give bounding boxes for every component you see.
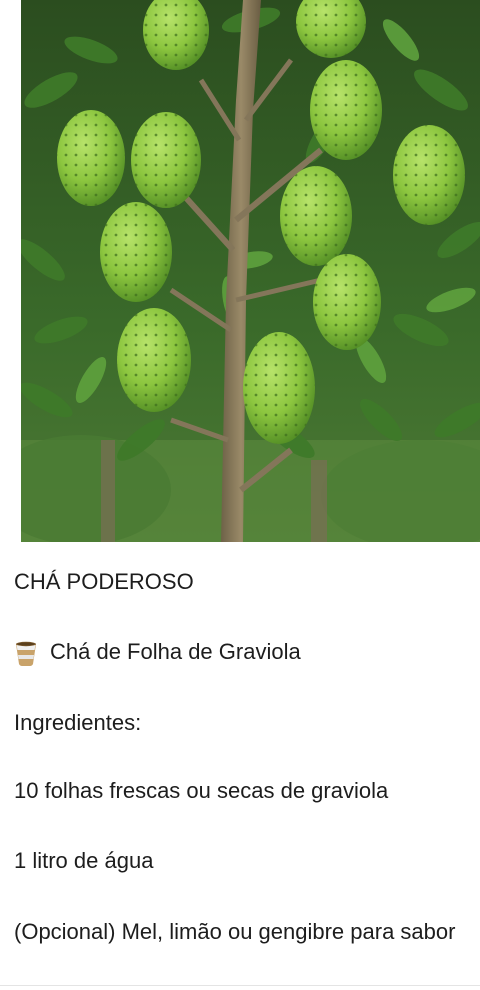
post-title: CHÁ PODEROSO [14,569,194,594]
ingredient-item: (Opcional) Mel, limão ou gengibre para s… [14,919,456,944]
divider [0,985,480,986]
ingredients-heading: Ingredientes: [14,710,142,735]
tea-cup-icon [14,640,38,666]
ingredient-item: 10 folhas frescas ou secas de graviola [14,778,389,803]
tea-name: Chá de Folha de Graviola [50,639,301,664]
tea-name-line: Chá de Folha de Graviola [14,634,470,669]
ingredient-item: 1 litro de água [14,848,154,873]
soursop-tree-photo [21,0,480,542]
